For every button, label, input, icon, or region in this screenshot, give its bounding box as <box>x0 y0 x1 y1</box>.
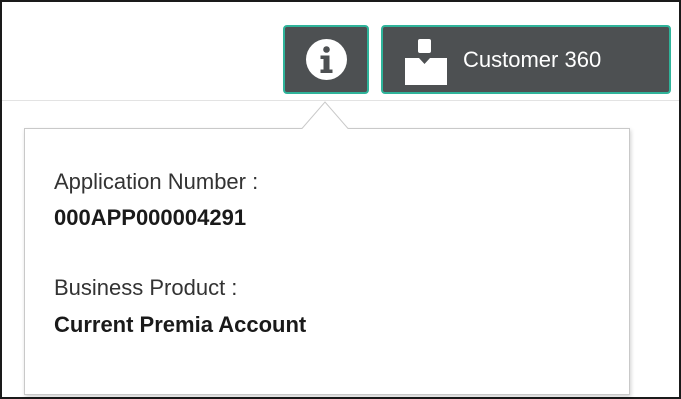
app-window: Customer 360 Application Number : 000APP… <box>0 0 681 399</box>
customer-360-label: Customer 360 <box>463 47 602 72</box>
business-product-value: Current Premia Account <box>54 312 307 337</box>
application-number-label: Application Number : <box>54 169 259 194</box>
person-icon <box>405 39 447 85</box>
popover-pointer <box>301 101 349 129</box>
application-info-popover: Application Number : 000APP000004291 Bus… <box>24 128 630 395</box>
info-button[interactable] <box>283 25 369 94</box>
business-product-label: Business Product : <box>54 275 238 300</box>
customer-360-button[interactable]: Customer 360 <box>381 25 671 94</box>
info-icon <box>306 39 347 80</box>
application-number-value: 000APP000004291 <box>54 205 247 230</box>
